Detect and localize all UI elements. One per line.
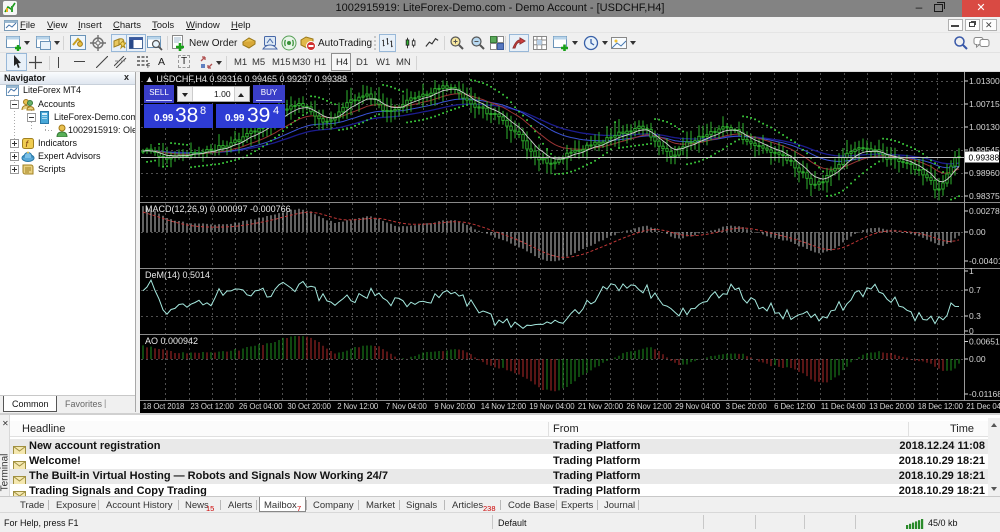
svg-text:23 Oct 12:00: 23 Oct 12:00 — [190, 402, 234, 411]
svg-text:9 Nov 20:00: 9 Nov 20:00 — [434, 402, 476, 411]
svg-text:26 Oct 04:00: 26 Oct 04:00 — [239, 402, 283, 411]
svg-text:6 Dec 12:00: 6 Dec 12:00 — [774, 402, 816, 411]
svg-text:1.00715: 1.00715 — [969, 99, 1000, 109]
svg-text:0.7: 0.7 — [969, 285, 981, 295]
svg-text:3 Dec 20:00: 3 Dec 20:00 — [726, 402, 768, 411]
svg-text:13 Dec 20:00: 13 Dec 20:00 — [869, 402, 915, 411]
svg-text:DeM(14) 0.5014: DeM(14) 0.5014 — [145, 270, 210, 280]
svg-text:26 Nov 12:00: 26 Nov 12:00 — [626, 402, 672, 411]
svg-text:21 Dec 04:00: 21 Dec 04:00 — [966, 402, 1000, 411]
svg-text:0.00: 0.00 — [969, 354, 986, 364]
svg-text:14 Nov 12:00: 14 Nov 12:00 — [481, 402, 527, 411]
svg-text:-0.00401: -0.00401 — [969, 256, 1000, 266]
svg-text:11 Dec 04:00: 11 Dec 04:00 — [821, 402, 866, 411]
svg-text:0.3: 0.3 — [969, 311, 981, 321]
svg-text:0.006515: 0.006515 — [969, 337, 1000, 347]
svg-text:29 Nov 04:00: 29 Nov 04:00 — [675, 402, 721, 411]
svg-text:7 Nov 04:00: 7 Nov 04:00 — [386, 402, 428, 411]
svg-text:30 Oct 20:00: 30 Oct 20:00 — [287, 402, 331, 411]
svg-text:0.002782: 0.002782 — [969, 206, 1000, 216]
svg-text:0.00: 0.00 — [969, 227, 986, 237]
svg-text:0.98960: 0.98960 — [969, 168, 1000, 178]
svg-text:2 Nov 12:00: 2 Nov 12:00 — [337, 402, 379, 411]
svg-text:1.01300: 1.01300 — [969, 76, 1000, 86]
svg-text:-0.011684: -0.011684 — [969, 389, 1000, 399]
svg-text:18 Oct 2018: 18 Oct 2018 — [143, 402, 184, 411]
svg-text:0.98375: 0.98375 — [969, 191, 1000, 201]
svg-text:AO 0.000942: AO 0.000942 — [145, 336, 198, 346]
svg-text:21 Nov 20:00: 21 Nov 20:00 — [578, 402, 624, 411]
svg-text:1: 1 — [969, 266, 974, 276]
svg-text:0: 0 — [969, 326, 974, 336]
svg-text:0.99388: 0.99388 — [969, 153, 1000, 163]
svg-text:▲ USDCHF,H4 0.99316 0.99465 0: ▲ USDCHF,H4 0.99316 0.99465 0.99297 0.99… — [145, 74, 347, 84]
svg-text:19 Nov 04:00: 19 Nov 04:00 — [529, 402, 575, 411]
svg-text:18 Dec 12:00: 18 Dec 12:00 — [918, 402, 964, 411]
svg-text:MACD(12,26,9) 0.000097 -0.0007: MACD(12,26,9) 0.000097 -0.000766 — [145, 204, 291, 214]
svg-text:1.00130: 1.00130 — [969, 122, 1000, 132]
svg-text:F: F — [147, 63, 150, 68]
